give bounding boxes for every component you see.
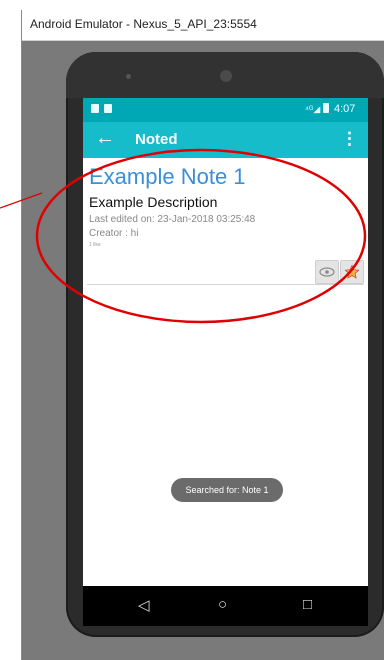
note-title: Example Note 1 xyxy=(89,164,246,189)
front-camera xyxy=(220,70,232,82)
signal-icon: ⁴ᴳ◢ xyxy=(305,104,321,114)
favorite-button[interactable] xyxy=(340,260,364,284)
eye-icon xyxy=(319,267,335,277)
status-time: 4:07 xyxy=(334,103,356,115)
app-toolbar: ← Noted ⋮ xyxy=(83,122,368,158)
nav-back-icon[interactable]: ◁ xyxy=(138,596,150,614)
note-description: Example Description xyxy=(89,194,218,210)
status-bar: ⁴ᴳ◢ 4:07 xyxy=(83,98,368,122)
arrow-back-icon[interactable]: ← xyxy=(95,127,115,150)
navigation-bar: ◁ ○ □ xyxy=(83,586,368,626)
overflow-menu-icon[interactable]: ⋮ xyxy=(341,129,358,149)
emulator-window: Android Emulator - Nexus_5_API_23:5554 ⁴… xyxy=(21,10,384,660)
view-button[interactable] xyxy=(315,260,339,284)
battery-icon xyxy=(323,103,329,113)
phone-top-bezel xyxy=(66,52,384,98)
nav-home-icon[interactable]: ○ xyxy=(218,596,227,613)
device-screen: ⁴ᴳ◢ 4:07 ← Noted ⋮ Example Note 1 Exampl… xyxy=(83,98,368,586)
note-like-count: 1 like xyxy=(89,242,101,248)
emulator-titlebar: Android Emulator - Nexus_5_API_23:5554 xyxy=(22,10,384,41)
phone-body: ⁴ᴳ◢ 4:07 ← Noted ⋮ Example Note 1 Exampl… xyxy=(66,52,384,637)
window-title: Android Emulator - Nexus_5_API_23:5554 xyxy=(30,17,257,31)
star-icon xyxy=(344,264,360,279)
sensor-dot xyxy=(126,74,131,79)
nav-recent-apps-icon[interactable]: □ xyxy=(303,596,312,613)
notification-icon xyxy=(91,104,99,113)
notification-icon xyxy=(104,104,112,113)
note-card[interactable]: Example Note 1 Example Description Last … xyxy=(87,164,364,285)
note-creator: Creator : hi xyxy=(89,228,139,239)
app-title: Noted xyxy=(135,131,178,148)
toast-message: Searched for: Note 1 xyxy=(171,478,283,502)
note-edited-date: Last edited on: 23-Jan-2018 03:25:48 xyxy=(89,214,256,225)
